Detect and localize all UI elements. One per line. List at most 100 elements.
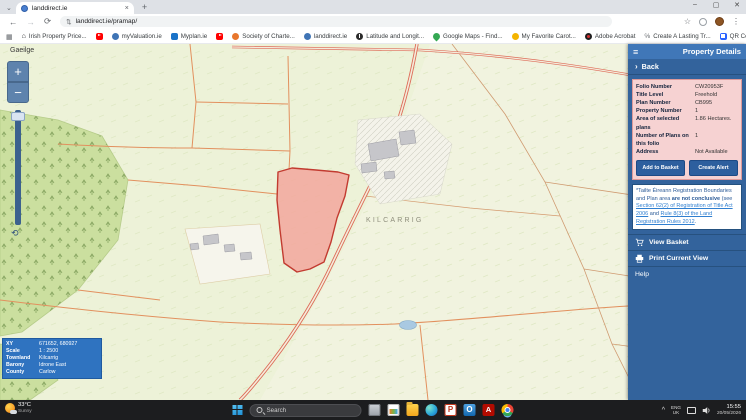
field-value: CW20953F [695, 83, 738, 91]
field-row: Address Not Available [636, 148, 738, 156]
extensions-icon[interactable] [699, 18, 707, 26]
bookmark-item[interactable]: Google Maps - Find... [433, 33, 503, 40]
reload-icon[interactable]: ⟳ [44, 16, 51, 27]
add-to-basket-button[interactable]: Add to Basket [636, 160, 685, 176]
disclaimer-text: . [695, 219, 697, 225]
new-tab-button[interactable]: + [142, 2, 147, 12]
bookmark-label: Irish Property Price... [29, 33, 87, 40]
compass-icon [356, 33, 363, 40]
back-icon[interactable]: ← [9, 17, 18, 27]
info-label: Scale [6, 348, 39, 355]
bookmark-label: Society of Charte... [242, 33, 295, 40]
bookmarks-bar: ▦ ⌂ Irish Property Price... myValuation.… [0, 29, 746, 44]
field-label: Address [636, 148, 693, 156]
bookmark-label: Adobe Acrobat [595, 33, 636, 40]
hidden-icons-caret[interactable]: ^ [662, 407, 665, 414]
youtube-icon [96, 33, 103, 40]
print-current-view-item[interactable]: Print Current View [628, 250, 746, 266]
bookmark-item[interactable]: My Favorite Carot... [512, 33, 576, 40]
address-bar[interactable]: ⇅ landdirect.ie/pramap/ [60, 16, 612, 27]
field-row: Area of selected plans 1.86 Hectares. [636, 115, 738, 131]
map-info-box: XY 671652, 680927 Scale 1 : 2500 Townlan… [2, 338, 102, 379]
start-button[interactable] [233, 405, 243, 415]
search-icon [257, 407, 263, 413]
qr-icon [720, 33, 727, 40]
back-label: Back [642, 62, 659, 71]
bookmark-item[interactable]: Latitude and Longit... [356, 33, 424, 40]
bookmark-item[interactable]: landdirect.ie [304, 33, 347, 40]
bookmark-label: My Favorite Carot... [522, 33, 576, 40]
tray-time: 15:55 [717, 404, 741, 411]
field-row: Title Level Freehold [636, 91, 738, 99]
zoom-slider-track[interactable] [15, 110, 21, 225]
bookmark-item[interactable]: Adobe Acrobat [585, 33, 636, 40]
help-item[interactable]: Help [628, 266, 746, 282]
task-view-icon[interactable] [369, 404, 381, 416]
view-basket-item[interactable]: View Basket [628, 234, 746, 250]
menu-label: View Basket [649, 239, 689, 246]
reset-view-icon[interactable]: ⟲ [11, 228, 19, 239]
photos-icon[interactable] [388, 404, 400, 416]
browser-menu-icon[interactable]: ⋮ [732, 17, 740, 26]
site-info-icon[interactable]: ⇅ [66, 18, 71, 26]
gaeilge-language-link[interactable]: Gaeilge [10, 47, 34, 54]
field-label: Area of selected plans [636, 115, 693, 131]
weather-widget[interactable]: 33°C Sunny [5, 402, 32, 414]
printer-icon [635, 254, 644, 263]
bookmark-item[interactable] [216, 33, 223, 40]
bookmark-item[interactable]: Myplan.ie [171, 33, 207, 40]
info-row: Townland Kilcarrig [6, 355, 98, 362]
zoom-out-button[interactable]: − [7, 82, 29, 103]
field-label: Property Number [636, 107, 693, 115]
acrobat-icon [585, 33, 592, 40]
volume-icon[interactable] [702, 406, 711, 415]
chrome-icon[interactable] [502, 404, 514, 416]
back-button[interactable]: › Back [628, 59, 746, 75]
outlook-icon[interactable]: O [464, 404, 476, 416]
language-line: UK [671, 410, 681, 415]
field-row: Property Number 1 [636, 107, 738, 115]
bookmark-item[interactable] [96, 33, 103, 40]
signature-icon: ℅ [644, 33, 650, 40]
menu-hamburger-icon[interactable]: ≡ [633, 47, 638, 57]
bookmark-item[interactable]: QR Code Generator... [720, 33, 746, 40]
globe-icon [304, 33, 311, 40]
info-value: Idrone East [39, 362, 66, 369]
menu-label: Help [635, 271, 649, 278]
powerpoint-icon[interactable]: P [445, 404, 457, 416]
profile-avatar[interactable] [715, 17, 724, 26]
panel-header: ≡ Property Details [628, 44, 746, 59]
acrobat-taskbar-icon[interactable]: A [483, 404, 495, 416]
taskbar-search[interactable]: Search [250, 404, 362, 417]
bookmark-item[interactable]: Society of Charte... [232, 33, 295, 40]
tab-search-icon[interactable]: ⌄ [6, 4, 12, 12]
tab-close-icon[interactable]: × [125, 5, 129, 12]
file-explorer-icon[interactable] [407, 404, 419, 416]
bookmark-item[interactable]: ℅ Create A Lasting Tr... [644, 33, 710, 40]
yellow-icon [512, 33, 519, 40]
cast-screen-icon[interactable] [687, 407, 696, 414]
apps-grid-icon[interactable]: ▦ [6, 33, 13, 40]
close-button[interactable]: ✕ [732, 1, 742, 9]
zoom-slider-handle[interactable] [11, 112, 25, 121]
create-alert-button[interactable]: Create Alert [689, 160, 738, 176]
zoom-in-button[interactable]: + [7, 61, 29, 82]
browser-tab-strip: ⌄ landdirect.ie × + – ▢ ✕ [0, 0, 746, 14]
disclaimer-text: (see [720, 196, 732, 202]
bookmark-item[interactable]: ⌂ Irish Property Price... [22, 33, 87, 40]
weather-text: 33°C Sunny [18, 402, 32, 414]
window-controls: – ▢ ✕ [690, 1, 742, 9]
bookmark-star-icon[interactable]: ☆ [684, 17, 691, 26]
info-row: County Carlow [6, 369, 98, 376]
edge-icon[interactable] [426, 404, 438, 416]
browser-tab[interactable]: landdirect.ie × [16, 2, 134, 14]
minimize-button[interactable]: – [690, 1, 700, 9]
field-row: Number of Plans on this folio 1 [636, 132, 738, 148]
townland-label: KILCARRIG [366, 217, 424, 224]
language-indicator[interactable]: ENG UK [671, 405, 681, 415]
map-pin-icon [432, 31, 442, 41]
clock[interactable]: 15:55 20/05/2026 [717, 404, 741, 417]
bookmark-item[interactable]: myValuation.ie [112, 33, 162, 40]
maximize-button[interactable]: ▢ [711, 1, 721, 9]
site-favicon [21, 5, 28, 12]
